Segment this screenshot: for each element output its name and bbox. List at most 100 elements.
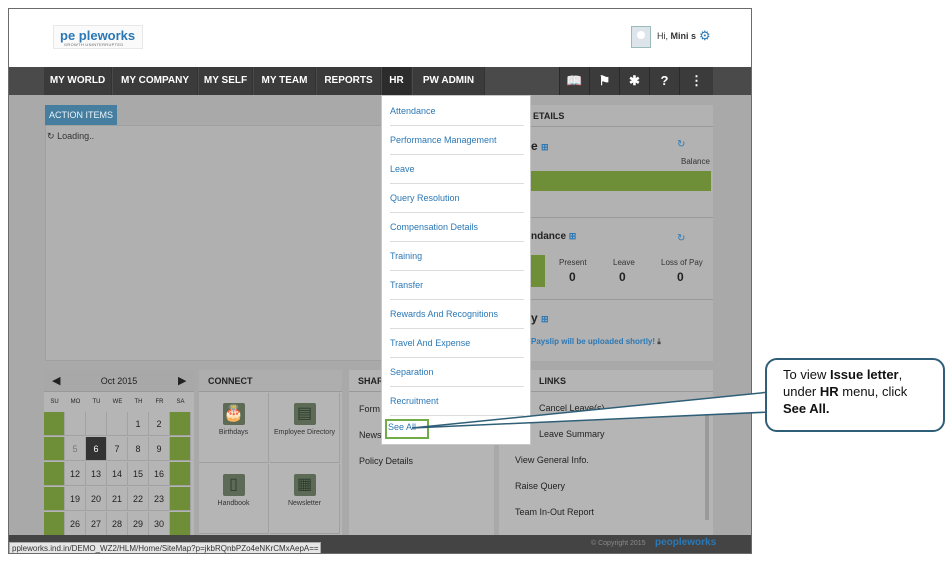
directory-icon: ▤ [293,403,316,425]
day-of-week-label: SU [50,399,59,405]
calendar-day[interactable]: 3 [170,412,191,436]
refresh-leave-icon[interactable]: ↻ [677,139,685,150]
shared-item-form[interactable]: Form [359,404,380,414]
nav-my-team[interactable]: MY TEAM [254,67,316,95]
newsletter-label: Newsletter [287,500,322,507]
calendar-day[interactable]: 22 [128,487,149,511]
leave-value: 0 [619,270,626,284]
calendar-day[interactable]: 18 [44,487,65,511]
calendar-day[interactable]: 16 [149,462,170,486]
tools-icon[interactable]: ✱ [619,67,649,95]
day-of-week-label: TU [92,399,101,405]
nav-my-company[interactable]: MY COMPANY [113,67,198,95]
present-value: 0 [569,270,576,284]
hr-menu-item[interactable]: Attendance [390,97,524,126]
expand-icon[interactable]: ⊞ [569,231,577,241]
calendar-day[interactable]: 25 [44,512,65,536]
hr-menu-item[interactable]: Compensation Details [390,213,524,242]
nav-my-world[interactable]: MY WORLD [44,67,112,95]
calendar-day[interactable]: 4 [44,437,65,461]
calendar-day[interactable]: 31 [170,512,191,536]
hr-menu-item[interactable]: Training [390,242,524,271]
peopleworks-logo[interactable]: pe pleworks GROWTH UNINTERRUPTED [53,25,143,49]
quick-link-raise-query[interactable]: Raise Query [515,481,565,491]
settings-gear-icon[interactable]: ⚙ [699,28,711,44]
attendance-widget-title: ndance ⊞ [531,231,576,242]
calendar-day[interactable] [107,412,128,436]
calendar-day[interactable]: 30 [149,512,170,536]
calendar-day[interactable]: 9 [149,437,170,461]
loss-of-pay-label: Loss of Pay [661,258,703,267]
hr-menu-item[interactable]: Recruitment [390,387,524,416]
calendar-day[interactable]: 19 [65,487,86,511]
logo-tagline: GROWTH UNINTERRUPTED [64,42,124,47]
flag-icon[interactable]: ⚑ [589,67,619,95]
tab-action-items[interactable]: ACTION ITEMS [45,105,117,125]
calendar-day[interactable]: 6 [86,437,107,461]
quick-link-cancel-leave[interactable]: Cancel Leave(s) [539,403,605,413]
calendar-day[interactable]: 11 [44,462,65,486]
calendar-day[interactable]: 27 [86,512,107,536]
nav-my-self[interactable]: MY SELF [199,67,253,95]
shared-item-policy[interactable]: Policy Details [359,456,413,466]
hr-menu-item[interactable]: Rewards And Recognitions [390,300,524,329]
sitemap-icon[interactable]: ⋮ [679,67,713,95]
calendar-day[interactable]: 21 [107,487,128,511]
avatar[interactable] [631,26,651,48]
quick-link-leave-summary[interactable]: Leave Summary [539,429,605,439]
calendar-day[interactable]: 1 [128,412,149,436]
newsletter-tile[interactable]: ▦ Newsletter [270,464,340,534]
calendar-day[interactable]: 24 [170,487,191,511]
hr-menu-item[interactable]: Query Resolution [390,184,524,213]
calendar-day[interactable]: 13 [86,462,107,486]
calendar-day[interactable]: 23 [149,487,170,511]
calendar-day[interactable]: 10 [170,437,191,461]
expand-icon[interactable]: ⊞ [541,142,549,152]
calendar-day[interactable]: 2 [149,412,170,436]
loss-of-pay-value: 0 [677,270,684,284]
calendar-day[interactable]: 20 [86,487,107,511]
handbook-tile[interactable]: ▯ Handbook [199,464,269,534]
calendar-day[interactable]: 7 [107,437,128,461]
calendar-day[interactable]: 5 [65,437,86,461]
expand-icon[interactable]: ⊞ [541,314,549,324]
status-url: ppleworks.ind.in/DEMO_WZ2/HLM/Home/SiteM… [9,542,321,553]
refresh-attendance-icon[interactable]: ↻ [677,233,685,244]
hr-menu-item[interactable]: Performance Management [390,126,524,155]
hr-menu-item[interactable]: Separation [390,358,524,387]
hr-menu-item[interactable]: Travel And Expense [390,329,524,358]
calendar-day[interactable]: 26 [65,512,86,536]
calendar-day[interactable]: 17 [170,462,191,486]
nav-pw-admin[interactable]: PW ADMIN [413,67,485,95]
calendar-day[interactable] [65,412,86,436]
day-of-week-label: FR [155,399,164,405]
calendar-day[interactable] [86,412,107,436]
balance-label: Balance [681,157,710,166]
quick-link-general-info[interactable]: View General Info. [515,455,589,465]
callout-line-3: See All. [783,400,935,417]
app-window: pe pleworks GROWTH UNINTERRUPTED Hi, Min… [8,8,752,554]
calendar-day[interactable] [44,412,65,436]
employee-directory-tile[interactable]: ▤ Employee Directory [270,393,340,463]
calendar-day[interactable]: 8 [128,437,149,461]
nav-hr[interactable]: HR [382,67,412,95]
birthdays-tile[interactable]: 🎂 Birthdays [199,393,269,463]
next-month-icon[interactable]: ▶ [178,370,186,392]
hr-menu-item[interactable]: Leave [390,155,524,184]
help-icon[interactable]: ? [649,67,679,95]
quick-link-team-in-out[interactable]: Team In-Out Report [515,507,594,517]
nav-reports[interactable]: REPORTS [317,67,381,95]
shared-item-news[interactable]: News [359,430,382,440]
download-icon[interactable]: ⤓ [657,337,661,346]
hr-menu-item[interactable]: Transfer [390,271,524,300]
book-icon[interactable]: 📖 [559,67,589,95]
calendar-day[interactable]: 28 [107,512,128,536]
logo-word: pe pleworks [60,28,136,43]
calendar-day[interactable]: 12 [65,462,86,486]
scrollbar[interactable] [705,400,709,520]
see-all-link[interactable]: See All [388,422,416,432]
calendar-day[interactable]: 14 [107,462,128,486]
calendar-month: Oct 2015 [100,376,138,386]
calendar-day[interactable]: 15 [128,462,149,486]
calendar-day[interactable]: 29 [128,512,149,536]
